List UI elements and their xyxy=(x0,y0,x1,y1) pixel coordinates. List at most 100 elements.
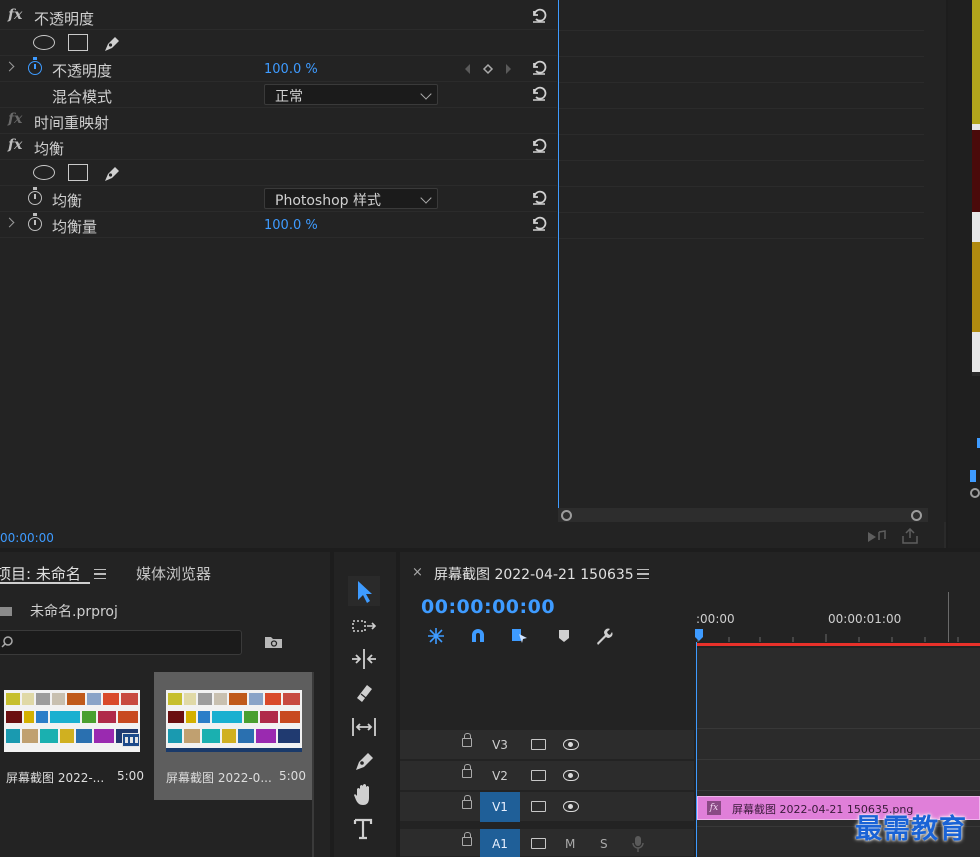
close-tab-icon[interactable]: × xyxy=(412,565,423,580)
time-remapping-row[interactable]: fx 时间重映射 xyxy=(0,108,557,134)
lock-icon[interactable] xyxy=(462,764,472,778)
fx-icon[interactable]: fx xyxy=(8,7,22,23)
track-divider xyxy=(696,790,980,791)
tab-media-browser[interactable]: 媒体浏览器 xyxy=(136,563,211,584)
reset-icon[interactable] xyxy=(530,214,548,232)
track-name[interactable]: V1 xyxy=(480,792,520,822)
equalize-amount-row[interactable]: 均衡量 100.0 % xyxy=(0,212,557,238)
blend-mode-row: 混合模式 正常 xyxy=(0,82,557,108)
opacity-parameter-row[interactable]: 不透明度 100.0 % xyxy=(0,56,557,82)
track-select-tool-icon[interactable] xyxy=(348,612,380,642)
lock-icon[interactable] xyxy=(462,733,472,747)
ripple-edit-tool-icon[interactable] xyxy=(348,644,380,674)
track-header-a1[interactable]: A1 M S xyxy=(400,829,694,857)
equalize-effect-label: 均衡 xyxy=(34,140,65,158)
eye-icon[interactable] xyxy=(563,739,579,750)
slip-tool-icon[interactable] xyxy=(348,712,380,742)
microphone-icon[interactable] xyxy=(632,835,644,853)
playhead-line[interactable] xyxy=(696,642,697,857)
eye-icon[interactable] xyxy=(563,801,579,812)
effect-controls-timecode[interactable]: 00:00:00 xyxy=(0,531,54,545)
mute-button[interactable]: M xyxy=(565,837,575,851)
timeline-timecode[interactable]: 00:00:00:00 xyxy=(421,596,555,618)
linked-selection-icon[interactable] xyxy=(510,626,530,646)
track-header-v3[interactable]: V3 xyxy=(400,730,694,760)
time-remapping-label: 时间重映射 xyxy=(34,114,110,132)
pen-mask-icon[interactable] xyxy=(101,32,123,54)
tab-sequence[interactable]: 屏幕截图 2022-04-21 150635 xyxy=(434,564,634,584)
project-item-selected[interactable]: 屏幕截图 2022-0... 5:00 xyxy=(154,672,312,800)
razor-tool-icon[interactable] xyxy=(348,678,380,708)
reset-icon[interactable] xyxy=(530,58,548,76)
zoom-scrollbar[interactable] xyxy=(558,508,928,522)
lock-icon[interactable] xyxy=(462,795,472,809)
reset-icon[interactable] xyxy=(530,84,548,102)
panel-menu-icon[interactable] xyxy=(637,569,649,579)
lock-icon[interactable] xyxy=(462,832,472,846)
opacity-effect-label: 不透明度 xyxy=(34,10,95,28)
keyframe-navigator[interactable] xyxy=(462,62,517,76)
export-icon[interactable] xyxy=(900,528,920,545)
sync-lock-icon[interactable] xyxy=(531,801,546,812)
sync-lock-icon[interactable] xyxy=(531,739,546,750)
stopwatch-icon[interactable] xyxy=(28,187,42,205)
new-bin-icon[interactable] xyxy=(264,634,284,650)
type-tool-icon[interactable] xyxy=(348,814,380,844)
playhead-handle-icon[interactable] xyxy=(694,628,704,642)
rectangle-mask-icon[interactable] xyxy=(68,164,88,181)
pen-mask-icon[interactable] xyxy=(101,162,123,184)
scrollbar-handle[interactable] xyxy=(970,488,980,498)
scrollbar-handle-left[interactable] xyxy=(561,510,572,521)
chevron-down-icon xyxy=(420,88,432,100)
hand-tool-icon[interactable] xyxy=(348,780,380,810)
eye-icon[interactable] xyxy=(563,770,579,781)
pen-tool-icon[interactable] xyxy=(348,746,380,776)
panel-menu-icon[interactable] xyxy=(94,569,106,579)
panel-scrollbar[interactable] xyxy=(312,672,314,857)
equalize-mask-tools-row xyxy=(0,160,557,186)
opacity-value[interactable]: 100.0 % xyxy=(264,62,318,77)
wrench-settings-icon[interactable] xyxy=(594,626,614,646)
nest-sequence-icon[interactable] xyxy=(426,626,446,646)
effect-keyframe-area[interactable] xyxy=(558,0,946,522)
equalize-amount-label: 均衡量 xyxy=(52,218,98,236)
reset-icon[interactable] xyxy=(530,136,548,154)
tools-panel xyxy=(334,552,396,857)
search-input[interactable] xyxy=(0,630,242,655)
equalize-effect-row[interactable]: fx 均衡 xyxy=(0,134,557,160)
blend-mode-dropdown[interactable]: 正常 xyxy=(264,84,438,105)
ellipse-mask-icon[interactable] xyxy=(33,165,55,180)
time-ruler-ticks[interactable] xyxy=(696,628,980,642)
reset-icon[interactable] xyxy=(530,188,548,206)
video-badge-icon xyxy=(122,733,140,747)
track-name[interactable]: V2 xyxy=(480,761,520,791)
scrollbar-handle-right[interactable] xyxy=(911,510,922,521)
active-tab-underline xyxy=(0,582,90,584)
opacity-effect-row[interactable]: fx 不透明度 xyxy=(0,4,557,30)
reset-icon[interactable] xyxy=(530,6,548,24)
expand-chevron-icon[interactable] xyxy=(4,217,15,228)
equalize-mode-dropdown[interactable]: Photoshop 样式 xyxy=(264,188,438,209)
track-header-v2[interactable]: V2 xyxy=(400,761,694,791)
rectangle-mask-icon[interactable] xyxy=(68,34,88,51)
track-name[interactable]: V3 xyxy=(480,730,520,760)
sync-lock-icon[interactable] xyxy=(531,838,546,849)
fx-icon[interactable]: fx xyxy=(8,137,22,153)
snap-magnet-icon[interactable] xyxy=(468,626,488,646)
tab-project[interactable]: 项目: 未命名 xyxy=(0,563,81,584)
play-audio-icon[interactable] xyxy=(866,529,888,545)
add-marker-icon[interactable] xyxy=(554,626,574,646)
sync-lock-icon[interactable] xyxy=(531,770,546,781)
solo-button[interactable]: S xyxy=(600,837,608,851)
equalize-amount-value[interactable]: 100.0 % xyxy=(264,218,318,233)
expand-chevron-icon[interactable] xyxy=(4,61,15,72)
stopwatch-icon[interactable] xyxy=(28,213,42,231)
track-header-v1[interactable]: V1 xyxy=(400,792,694,822)
ellipse-mask-icon[interactable] xyxy=(33,35,55,50)
project-item[interactable]: 屏幕截图 2022-... 5:00 xyxy=(0,672,152,800)
selection-tool-icon[interactable] xyxy=(348,576,380,606)
track-name[interactable]: A1 xyxy=(480,829,520,857)
stopwatch-icon[interactable] xyxy=(28,57,42,75)
blend-mode-label: 混合模式 xyxy=(52,88,113,106)
keyframe-row-divider xyxy=(559,186,924,187)
